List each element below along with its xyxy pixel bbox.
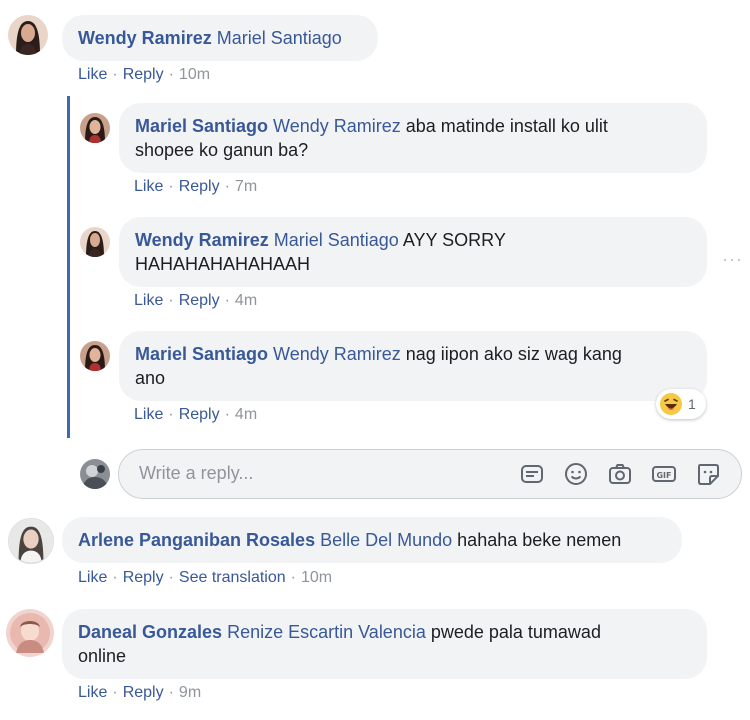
comment-author[interactable]: Wendy Ramirez	[78, 28, 212, 48]
like-link[interactable]: Like	[134, 178, 163, 195]
comment-text: hahaha beke nemen	[452, 530, 622, 550]
comment-time[interactable]: 9m	[179, 684, 201, 701]
more-options-icon[interactable]: ···	[722, 249, 743, 270]
comment-author[interactable]: Mariel Santiago	[135, 344, 268, 364]
like-link[interactable]: Like	[78, 684, 107, 701]
comment-actions: Like · Reply · 7m	[134, 178, 258, 195]
avatar[interactable]	[6, 609, 54, 657]
reaction-badge[interactable]: 1	[656, 389, 706, 419]
avatar[interactable]	[80, 227, 110, 257]
reply-link[interactable]: Reply	[179, 406, 220, 423]
avatar[interactable]	[8, 518, 54, 564]
comment-bubble: Daneal Gonzales Renize Escartin Valencia…	[62, 609, 707, 679]
comment-author[interactable]: Daneal Gonzales	[78, 622, 222, 642]
tagged-user[interactable]: Renize Escartin Valencia	[227, 622, 426, 642]
reaction-count: 1	[688, 396, 696, 412]
reply-link[interactable]: Reply	[123, 66, 164, 83]
comment-text: shopee ko ganun ba?	[135, 140, 309, 160]
comment-text: ano	[135, 368, 166, 388]
comment-bubble: Wendy Ramirez Mariel Santiago AYY SORRY …	[119, 217, 707, 287]
tagged-user[interactable]: Wendy Ramirez	[273, 116, 401, 136]
comment-bubble: Mariel Santiago Wendy Ramirez aba matind…	[119, 103, 707, 173]
haha-emoji-icon	[659, 392, 683, 416]
comment-time[interactable]: 10m	[301, 569, 332, 586]
like-link[interactable]: Like	[134, 406, 163, 423]
reply-link[interactable]: Reply	[179, 178, 220, 195]
comment-text: nag iipon ako siz wag kang	[400, 344, 622, 364]
reply-input[interactable]: Write a reply... GIF	[118, 449, 742, 499]
reply-link[interactable]: Reply	[179, 292, 220, 309]
comment-time[interactable]: 7m	[235, 178, 257, 195]
like-link[interactable]: Like	[78, 66, 107, 83]
comment-time[interactable]: 10m	[179, 66, 210, 83]
tagged-user[interactable]: Wendy Ramirez	[273, 344, 401, 364]
comment-author[interactable]: Arlene Panganiban Rosales	[78, 530, 315, 550]
avatar[interactable]	[80, 113, 110, 143]
comment-time[interactable]: 4m	[235, 406, 257, 423]
comment-bubble: Wendy Ramirez Mariel Santiago	[62, 15, 378, 61]
reply-link[interactable]: Reply	[123, 569, 164, 586]
reply-placeholder: Write a reply...	[139, 463, 254, 483]
tagged-user[interactable]: Mariel Santiago	[217, 28, 342, 48]
comment-actions: Like · Reply · 9m	[78, 684, 202, 701]
sticker-face-icon[interactable]	[695, 461, 721, 487]
comment-text: HAHAHAHAHAHAAH	[135, 254, 311, 274]
like-link[interactable]: Like	[78, 569, 107, 586]
camera-icon[interactable]	[607, 461, 633, 487]
emoji-icon[interactable]	[563, 461, 589, 487]
comment-bubble: Arlene Panganiban Rosales Belle Del Mund…	[62, 517, 682, 563]
comment-actions: Like · Reply · See translation · 10m	[78, 569, 333, 586]
comment-bubble: Mariel Santiago Wendy Ramirez nag iipon …	[119, 331, 707, 401]
comment-actions: Like · Reply · 10m	[78, 66, 211, 83]
tagged-user[interactable]: Belle Del Mundo	[320, 530, 452, 550]
tagged-user[interactable]: Mariel Santiago	[274, 230, 399, 250]
svg-text:GIF: GIF	[656, 471, 671, 480]
gif-icon[interactable]: GIF	[651, 461, 677, 487]
comment-text: online	[78, 646, 127, 666]
comment-time[interactable]: 4m	[235, 292, 257, 309]
avatar[interactable]	[8, 15, 48, 55]
comment-actions: Like · Reply · 4m	[134, 292, 258, 309]
comment-actions: Like · Reply · 4m	[134, 406, 258, 423]
comment-author[interactable]: Wendy Ramirez	[135, 230, 269, 250]
comment-text: aba matinde install ko ulit	[400, 116, 608, 136]
comment-text: AYY SORRY	[398, 230, 506, 250]
comment-text: pwede pala tumawad	[425, 622, 601, 642]
avatar[interactable]	[80, 341, 110, 371]
reply-link[interactable]: Reply	[123, 684, 164, 701]
current-user-avatar	[80, 459, 110, 489]
thread-line	[67, 96, 70, 438]
see-translation-link[interactable]: See translation	[179, 569, 286, 586]
sticker-icon[interactable]	[519, 461, 545, 487]
like-link[interactable]: Like	[134, 292, 163, 309]
comment-author[interactable]: Mariel Santiago	[135, 116, 268, 136]
